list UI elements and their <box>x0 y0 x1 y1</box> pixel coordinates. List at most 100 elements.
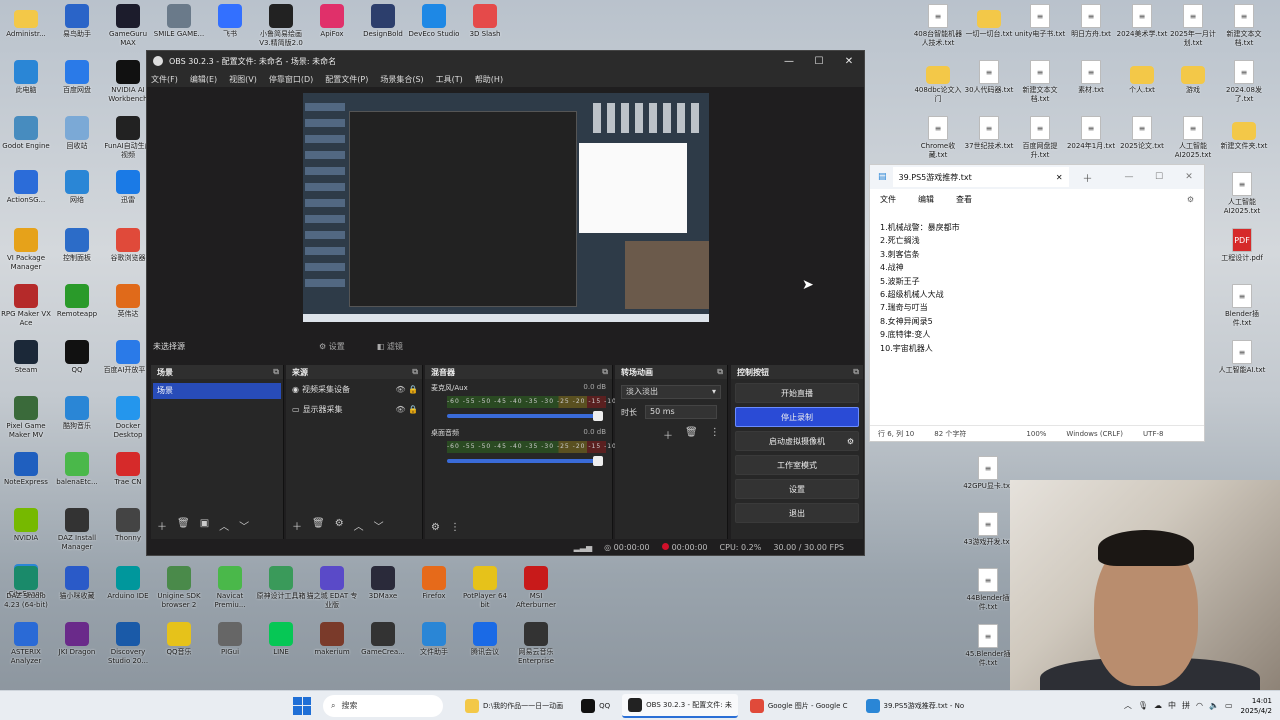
more-options-icon[interactable]: ⋮ <box>710 427 720 442</box>
source-properties-icon[interactable]: ⚙ <box>335 518 344 533</box>
menu-docks[interactable]: 停靠窗口(D) <box>269 74 313 85</box>
desktop-icon[interactable]: 此电脑 <box>0 60 52 95</box>
move-down-icon[interactable]: ﹀ <box>239 518 249 533</box>
visibility-eye-icon[interactable]: 👁 🔒 <box>395 385 418 394</box>
notepad-window[interactable]: ▤ 39.PS5游戏推荐.txt ✕ ＋ — ☐ ✕ 文件 编辑 查看 ⚙ 1.… <box>869 164 1205 442</box>
desktop-icon[interactable]: 百度网盘 <box>51 60 103 95</box>
taskbar-app[interactable]: Google 图片 - Google C <box>744 694 854 718</box>
desktop-icon[interactable]: MSI Afterburner <box>510 566 562 610</box>
desktop-icon[interactable]: 文件助手 <box>408 622 460 657</box>
desktop-icon[interactable]: Navicat Premiu... <box>204 566 256 610</box>
mic-icon[interactable]: 🎙 <box>1138 701 1148 710</box>
taskbar-app[interactable]: OBS 30.2.3 - 配置文件: 未 <box>622 693 738 718</box>
chevron-up-icon[interactable]: ︿ <box>1124 700 1132 711</box>
desktop-icon[interactable]: Administr... <box>0 4 52 39</box>
desktop-icon[interactable]: ≡ 42GPU显卡.txt <box>962 456 1014 491</box>
desktop-icon[interactable]: GameCrea... <box>357 622 409 657</box>
start-streaming-button[interactable]: 开始直播 <box>735 383 859 403</box>
desktop-icon[interactable]: 408dbc论文入门 <box>912 60 964 104</box>
slider-knob[interactable] <box>593 456 603 466</box>
move-down-icon[interactable]: ﹀ <box>374 518 384 533</box>
desktop-icon[interactable]: NoteExpress <box>0 452 52 487</box>
studio-mode-button[interactable]: 工作室模式 <box>735 455 859 475</box>
desktop-icon[interactable]: 猫小咪收藏 <box>51 566 103 601</box>
desktop-icon[interactable]: ≡ 2024.08发了.txt <box>1218 60 1270 104</box>
desktop-icon[interactable]: Remoteapp <box>51 284 103 319</box>
desktop-icon[interactable]: ≡ 人工智能AI2025.txt <box>1167 116 1219 160</box>
source-item[interactable]: ◉ 视频采集设备 👁 🔒 <box>286 379 422 399</box>
undock-icon[interactable]: ⧉ <box>602 367 608 377</box>
desktop-icon[interactable]: QQ <box>51 340 103 375</box>
desktop-icon[interactable]: ≡ 30人代码器.txt <box>963 60 1015 95</box>
move-up-icon[interactable]: ︿ <box>219 518 229 533</box>
maximize-button[interactable]: ☐ <box>1144 172 1174 182</box>
close-tab-icon[interactable]: ✕ <box>1056 173 1063 182</box>
add-scene-icon[interactable]: ＋ <box>157 518 167 533</box>
desktop-icon[interactable]: 新建文件夹.txt <box>1218 116 1270 151</box>
desktop-icon[interactable]: ≡ 2025年一月计划.txt <box>1167 4 1219 48</box>
desktop-icon[interactable]: ASTERIX Analyzer <box>0 622 52 666</box>
add-source-icon[interactable]: ＋ <box>292 518 302 533</box>
close-button[interactable]: ✕ <box>1174 172 1204 182</box>
taskbar-app[interactable]: D:\我的作品一一日一动画 <box>459 694 569 718</box>
desktop-icon[interactable]: 网络 <box>51 170 103 205</box>
desktop-icon[interactable]: QQ音乐 <box>153 622 205 657</box>
settings-button[interactable]: 设置 <box>735 479 859 499</box>
desktop-icon[interactable]: PDF 工程设计.pdf <box>1216 228 1268 263</box>
scene-filters-icon[interactable]: ▣ <box>200 518 209 533</box>
desktop-icon[interactable]: 控制面板 <box>51 228 103 263</box>
minimize-button[interactable]: — <box>1114 172 1144 182</box>
scene-item[interactable]: 场景 <box>153 383 281 399</box>
desktop-icon[interactable]: 3D Slash <box>459 4 511 39</box>
desktop-icon[interactable]: 小鲁简易绘画V3.精简版2.0 <box>255 4 307 48</box>
remove-source-icon[interactable]: 🗑 <box>312 518 325 533</box>
desktop-icon[interactable]: 原神设计工具箱 <box>255 566 307 601</box>
desktop-icon[interactable]: 易鸟助手 <box>51 4 103 39</box>
desktop-icon[interactable]: Steam <box>0 340 52 375</box>
more-options-icon[interactable]: ⋮ <box>450 522 460 533</box>
desktop-icon[interactable]: RPG Maker VX Ace <box>0 284 52 328</box>
desktop-icon[interactable]: DAZ Studio 4.23 (64-bit) <box>0 566 52 610</box>
menu-scene-collection[interactable]: 场景集合(S) <box>380 74 423 85</box>
desktop-icon[interactable]: VI Package Manager <box>0 228 52 272</box>
undock-icon[interactable]: ⧉ <box>273 367 279 377</box>
menu-tools[interactable]: 工具(T) <box>436 74 463 85</box>
desktop-icon[interactable]: Godot Engine <box>0 116 52 151</box>
desktop-icon[interactable]: ≡ 2025论文.txt <box>1116 116 1168 151</box>
desktop-icon[interactable]: DesignBold <box>357 4 409 39</box>
remove-scene-icon[interactable]: 🗑 <box>177 518 190 533</box>
menu-help[interactable]: 帮助(H) <box>475 74 503 85</box>
desktop-icon[interactable]: PIGui <box>204 622 256 657</box>
taskbar-search[interactable]: ⌕ 搜索 <box>323 694 443 717</box>
transition-select[interactable]: 淡入淡出 ▾ <box>621 385 721 399</box>
desktop-icon[interactable]: ≡ 新建文本文档.txt <box>1218 4 1270 48</box>
desktop-icon[interactable]: DAZ Install Manager <box>51 508 103 552</box>
visibility-eye-icon[interactable]: 👁 🔒 <box>395 405 418 414</box>
slider-knob[interactable] <box>593 411 603 421</box>
obs-window[interactable]: OBS 30.2.3 - 配置文件: 未命名 - 场景: 未命名 — ☐ ✕ 文… <box>146 50 865 556</box>
desktop-icon[interactable]: ≡ 408台智能机器人技术.txt <box>912 4 964 48</box>
desktop-icon[interactable]: 回收站 <box>51 116 103 151</box>
desktop-icon[interactable]: 飞书 <box>204 4 256 39</box>
desktop-icon[interactable]: 酷狗音乐 <box>51 396 103 431</box>
wifi-icon[interactable]: ◠ <box>1196 701 1203 710</box>
desktop-icon[interactable]: ≡ 明日方舟.txt <box>1065 4 1117 39</box>
menu-view[interactable]: 查看 <box>956 194 972 205</box>
battery-icon[interactable]: ▭ <box>1225 701 1233 710</box>
desktop-icon[interactable]: SMILE GAME... <box>153 4 205 39</box>
move-up-icon[interactable]: ︿ <box>354 518 364 533</box>
ime-indicator[interactable]: 拼 <box>1182 700 1190 711</box>
gear-icon[interactable]: ⚙ <box>847 432 854 452</box>
remove-transition-icon[interactable]: 🗑 <box>685 427 698 442</box>
desktop-icon[interactable]: ≡ 44Blender插件.txt <box>962 568 1014 612</box>
language-indicator[interactable]: 中 <box>1168 700 1176 711</box>
obs-titlebar[interactable]: OBS 30.2.3 - 配置文件: 未命名 - 场景: 未命名 — ☐ ✕ <box>147 51 864 71</box>
desktop-icon[interactable]: 网易云音乐 Enterprise <box>510 622 562 666</box>
desktop-icon[interactable]: ≡ unity电子书.txt <box>1014 4 1066 39</box>
desktop-icon[interactable]: ≡ 百度网盘提升.txt <box>1014 116 1066 160</box>
desktop-icon[interactable]: DevEco Studio <box>408 4 460 39</box>
desktop-icon[interactable]: makerium <box>306 622 358 657</box>
source-filters-button[interactable]: ◧ 滤镜 <box>371 341 409 352</box>
desktop-icon[interactable]: ≡ 人工智能AI.txt <box>1216 340 1268 375</box>
desktop-icon[interactable]: ApiFox <box>306 4 358 39</box>
